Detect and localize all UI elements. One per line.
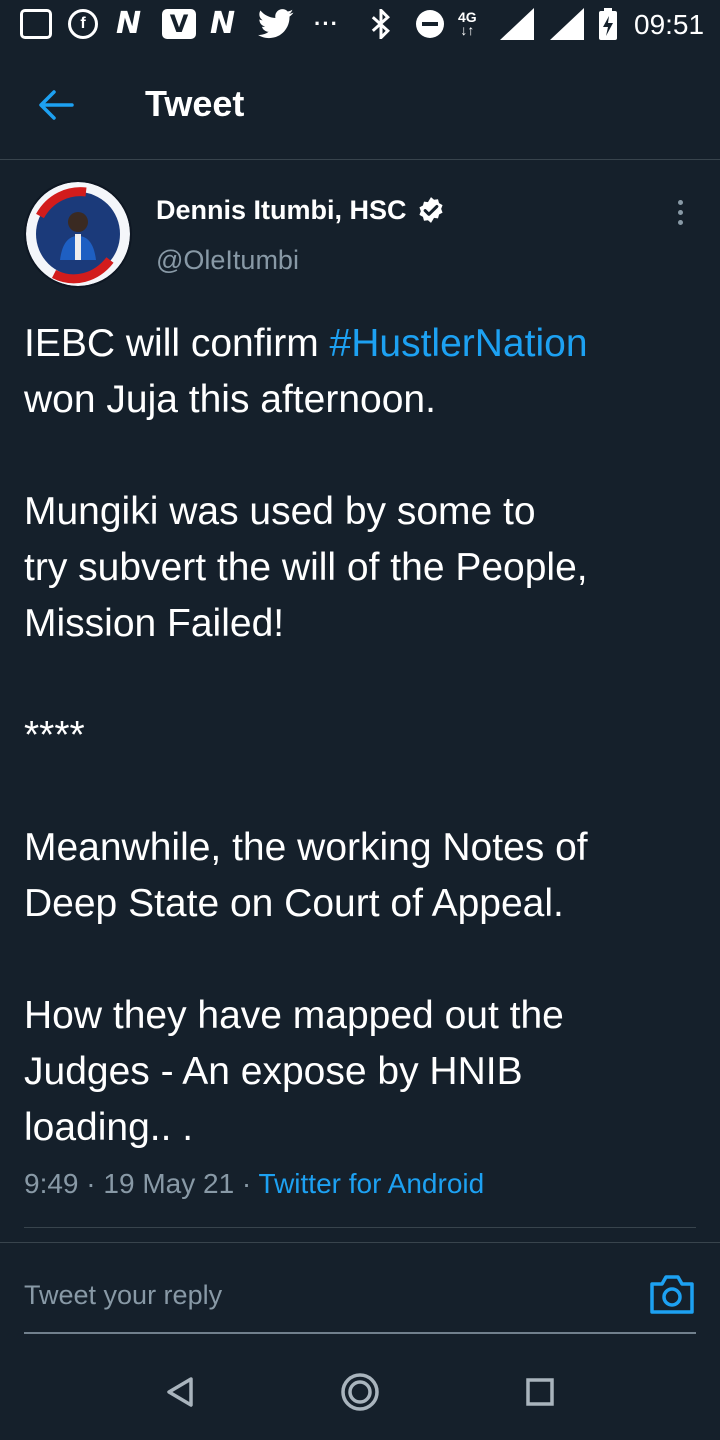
- battery-charging-icon: [598, 7, 618, 41]
- page-title: Tweet: [145, 83, 245, 124]
- tweet-text-part2: won Juja this afternoon. Mungiki was use…: [24, 378, 588, 1149]
- reply-input[interactable]: Tweet your reply: [24, 1270, 624, 1320]
- system-nav-bar: [0, 1344, 720, 1440]
- facebook-icon: f: [68, 7, 98, 41]
- avatar[interactable]: [24, 180, 132, 288]
- tweet-date: 19 May 21: [103, 1168, 235, 1199]
- verified-badge-icon: [417, 196, 445, 224]
- author-handle[interactable]: @OleItumbi: [156, 242, 299, 278]
- signal-strength-icon: [500, 7, 534, 41]
- bluetooth-icon: [370, 7, 392, 41]
- tweet-time: 9:49: [24, 1168, 79, 1199]
- nav-home-icon: [341, 1373, 379, 1411]
- twitter-bird-icon: [258, 7, 294, 41]
- reply-underline: [24, 1332, 696, 1334]
- author-name[interactable]: Dennis Itumbi, HSC: [156, 192, 445, 228]
- tweet-meta: 9:49 · 19 May 21 · Twitter for Android: [24, 1164, 484, 1204]
- clock: 09:51: [634, 9, 705, 40]
- signal-strength-icon-2: [550, 7, 584, 41]
- more-vertical-icon: [677, 199, 683, 205]
- do-not-disturb-icon: [416, 7, 444, 41]
- nav-back-icon: [167, 1377, 193, 1407]
- more-options-button[interactable]: [664, 196, 696, 228]
- meta-separator: ·: [241, 1168, 252, 1199]
- status-bar: f N V N ··· 4G ↓↑ 09:51: [0, 0, 720, 50]
- news-app-icon-2: N: [210, 6, 236, 41]
- back-arrow-icon: [39, 90, 74, 120]
- screenshot-app-icon: [20, 7, 52, 41]
- hashtag-link[interactable]: #HustlerNation: [330, 322, 588, 365]
- back-button[interactable]: [26, 80, 86, 130]
- tweet-source-link[interactable]: Twitter for Android: [259, 1168, 485, 1199]
- network-type-icon: 4G ↓↑: [458, 9, 477, 38]
- v-app-icon: V: [162, 7, 196, 41]
- nav-home-button[interactable]: [338, 1370, 382, 1414]
- header: Tweet: [0, 50, 720, 160]
- meta-separator: ·: [86, 1168, 96, 1199]
- news-app-icon: N: [116, 6, 142, 41]
- divider: [24, 1227, 696, 1228]
- author-name-text: Dennis Itumbi, HSC: [156, 195, 407, 225]
- divider: [0, 1242, 720, 1243]
- more-notifications-icon: ···: [314, 11, 339, 36]
- nav-recents-icon: [526, 1378, 554, 1406]
- nav-recents-button[interactable]: [518, 1370, 562, 1414]
- camera-icon: [650, 1275, 694, 1314]
- tweet-text-part1: IEBC will confirm: [24, 322, 330, 365]
- camera-button[interactable]: [648, 1272, 696, 1316]
- nav-back-button[interactable]: [158, 1370, 202, 1414]
- tweet-text: IEBC will confirm #HustlerNation won Juj…: [24, 316, 704, 1156]
